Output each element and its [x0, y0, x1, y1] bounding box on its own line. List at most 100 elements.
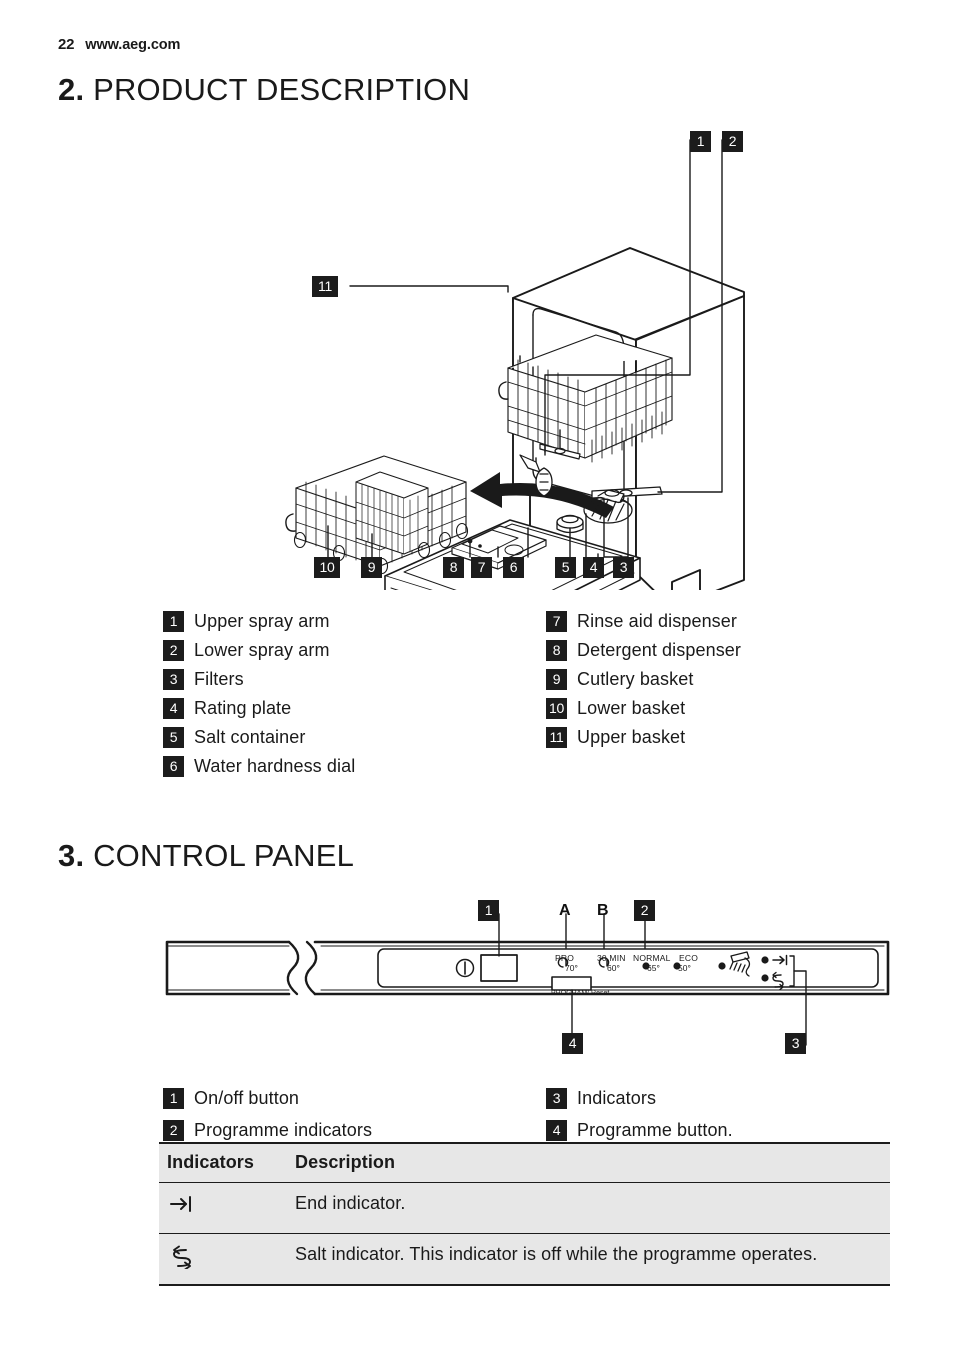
table-cell-icon: [159, 1192, 295, 1223]
programme-label-normal: NORMAL: [633, 953, 671, 963]
leader-11: [349, 285, 509, 293]
callout-chip-5: 5: [555, 557, 576, 578]
legend-number: 7: [546, 611, 567, 632]
callout-chip-7: 7: [471, 557, 492, 578]
programme-temp-30min: 60°: [607, 963, 620, 973]
callout-chip-2: 2: [722, 131, 743, 152]
legend-item: 2 Lower spray arm: [163, 636, 355, 665]
programme-label-pro: PRO: [555, 953, 575, 963]
legend-number: 4: [163, 698, 184, 719]
callout-chip-10: 10: [314, 557, 340, 578]
legend-label: Water hardness dial: [194, 756, 356, 776]
legend-item: 11 Upper basket: [546, 723, 741, 752]
water-hardness-dial: [535, 467, 553, 497]
callout-chip-8: 8: [443, 557, 464, 578]
legend-item: 4 Rating plate: [163, 694, 355, 723]
callout-chip-9: 9: [361, 557, 382, 578]
control-area-frame: [377, 948, 879, 988]
cp-callout-chip-3: 3: [785, 1033, 806, 1054]
page-header: 22 www.aeg.com: [58, 36, 180, 53]
legend-item: 5 Salt container: [163, 723, 355, 752]
legend-number: 2: [163, 640, 184, 661]
legend-number: 10: [546, 698, 567, 719]
callout-chip-3: 3: [613, 557, 634, 578]
product-legend-left: 1 Upper spray arm 2 Lower spray arm 3 Fi…: [163, 607, 355, 781]
legend-label: Indicators: [577, 1087, 657, 1108]
end-arrow-icon: [167, 1192, 197, 1218]
section-heading-product-description: 2. PRODUCT DESCRIPTION: [58, 72, 470, 108]
legend-item: 8 Detergent dispenser: [546, 636, 741, 665]
legend-number: 2: [163, 1119, 184, 1141]
table-cell-description: End indicator.: [295, 1193, 406, 1213]
control-panel-illustration: [0, 890, 954, 1065]
legend-number: 1: [163, 611, 184, 632]
legend-number: 3: [163, 669, 184, 690]
legend-item: 7 Rinse aid dispenser: [546, 607, 741, 636]
cp-marker-b: B: [597, 902, 609, 919]
legend-item: 1 On/off button: [163, 1082, 372, 1114]
legend-label: Upper spray arm: [194, 611, 330, 631]
product-legend-right: 7 Rinse aid dispenser 8 Detergent dispen…: [546, 607, 741, 752]
section-number: 2.: [58, 72, 85, 107]
section-heading-control-panel: 3. CONTROL PANEL: [58, 838, 354, 874]
legend-item: 6 Water hardness dial: [163, 752, 355, 781]
cp-marker-a: A: [559, 902, 571, 919]
programme-button-label: PROGRAM/ Reset: [551, 990, 610, 997]
programme-temp-eco: 50°: [678, 963, 691, 973]
legend-label: Programme button.: [577, 1119, 733, 1140]
legend-number: 1: [163, 1087, 184, 1109]
on-off-button: [480, 954, 518, 982]
legend-label: Rinse aid dispenser: [577, 611, 737, 631]
legend-number: 11: [546, 727, 567, 748]
section-title: PRODUCT DESCRIPTION: [93, 72, 471, 107]
legend-label: On/off button: [194, 1087, 300, 1108]
legend-label: Rating plate: [194, 698, 292, 718]
dishwasher-illustration: [0, 110, 954, 590]
salt-icon: [167, 1243, 197, 1269]
table-header-cell-indicators: Indicators: [167, 1152, 255, 1172]
legend-item: 3 Indicators: [546, 1082, 733, 1114]
callout-chip-1: 1: [690, 131, 711, 152]
legend-item: 3 Filters: [163, 665, 355, 694]
programme-temp-normal: 65°: [647, 963, 660, 973]
control-panel-legend-right: 3 Indicators 4 Programme button.: [546, 1082, 733, 1146]
website-url: www.aeg.com: [85, 37, 181, 53]
legend-label: Cutlery basket: [577, 669, 694, 689]
legend-item: 10 Lower basket: [546, 694, 741, 723]
callout-chip-11: 11: [312, 276, 338, 297]
programme-label-eco: ECO: [679, 953, 699, 963]
legend-label: Lower basket: [577, 698, 686, 718]
section-title: CONTROL PANEL: [93, 838, 355, 873]
table-row: Salt indicator. This indicator is off wh…: [159, 1234, 890, 1284]
programme-temp-pro: 70°: [565, 963, 578, 973]
indicators-table: Indicators Description End indicator. Sa…: [159, 1142, 890, 1286]
legend-number: 6: [163, 756, 184, 777]
legend-label: Programme indicators: [194, 1119, 373, 1140]
table-row: End indicator.: [159, 1183, 890, 1234]
table-cell-description: Salt indicator. This indicator is off wh…: [295, 1244, 818, 1264]
legend-number: 5: [163, 727, 184, 748]
cp-callout-chip-4: 4: [562, 1033, 583, 1054]
callout-chip-4: 4: [583, 557, 604, 578]
section-number: 3.: [58, 838, 85, 873]
callout-chip-6: 6: [503, 557, 524, 578]
panel-break-symbol: [286, 940, 318, 996]
cp-callout-chip-1: 1: [478, 900, 499, 921]
control-panel-legend-left: 1 On/off button 2 Programme indicators: [163, 1082, 372, 1146]
legend-label: Filters: [194, 669, 244, 689]
cp-callout-chip-2: 2: [634, 900, 655, 921]
page-number: 22: [58, 36, 75, 53]
legend-label: Upper basket: [577, 727, 686, 747]
table-header-row: Indicators Description: [159, 1144, 890, 1183]
legend-number: 8: [546, 640, 567, 661]
legend-item: 1 Upper spray arm: [163, 607, 355, 636]
legend-number: 9: [546, 669, 567, 690]
table-cell-icon: [159, 1243, 295, 1274]
legend-label: Salt container: [194, 727, 306, 747]
legend-number: 3: [546, 1087, 567, 1109]
legend-number: 4: [546, 1119, 567, 1141]
legend-label: Detergent dispenser: [577, 640, 741, 660]
panel-strip-left: [165, 940, 291, 996]
programme-label-30min: 30 MIN: [597, 953, 626, 963]
table-header-cell-description: Description: [295, 1152, 396, 1172]
